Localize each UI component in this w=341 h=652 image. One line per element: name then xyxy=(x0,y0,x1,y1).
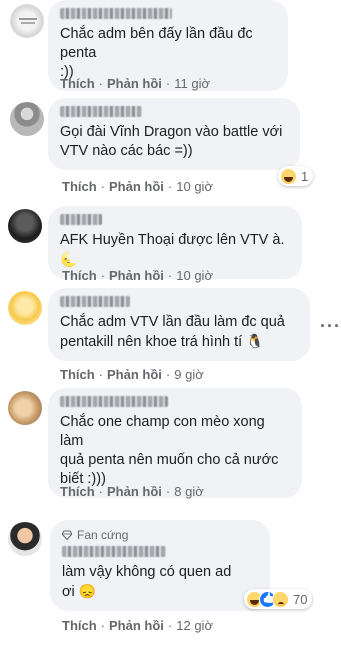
comment-time[interactable]: 10 giờ xyxy=(176,179,213,194)
comment-text: làm vậy không có quen ad ơi 😞 xyxy=(62,564,232,600)
reaction-summary[interactable]: 1 xyxy=(278,166,314,186)
like-action[interactable]: Thích xyxy=(62,618,97,633)
comment-bubble: Gọi đài Vĩnh Dragon vào battle với VTV n… xyxy=(48,98,300,170)
comment-bubble: Chắc one champ con mèo xong làm quả pent… xyxy=(48,388,302,498)
like-action[interactable]: Thích xyxy=(60,484,95,499)
comment-time[interactable]: 12 giờ xyxy=(176,618,213,633)
commenter-name-redacted[interactable] xyxy=(60,8,172,19)
commenter-name-redacted[interactable] xyxy=(60,396,168,407)
reply-action[interactable]: Phản hồi xyxy=(109,618,164,633)
reply-action[interactable]: Phản hồi xyxy=(107,484,162,499)
comment-bubble: Fan cứng làm vậy không có quen ad ơi 😞 xyxy=(50,520,270,611)
commenter-name-redacted[interactable] xyxy=(60,106,142,117)
comment-actions: Thích · Phản hồi · 8 giờ xyxy=(60,484,204,499)
comment-actions: Thích · Phản hồi · 12 giờ xyxy=(62,618,213,633)
comment-time[interactable]: 11 giờ xyxy=(174,76,210,91)
commenter-avatar[interactable] xyxy=(10,102,44,136)
commenter-avatar[interactable] xyxy=(8,522,42,556)
reaction-summary[interactable]: 70 xyxy=(244,589,313,609)
emoji-icon: 🌜 xyxy=(60,251,78,267)
like-action[interactable]: Thích xyxy=(60,76,95,91)
commenter-avatar[interactable] xyxy=(8,391,42,425)
top-fan-badge: Fan cứng xyxy=(62,528,258,542)
comment-bubble: Chắc adm VTV lần đầu làm đc quả pentakil… xyxy=(48,288,310,361)
comment-actions: Thích · Phản hồi · 11 giờ xyxy=(60,76,210,91)
reaction-count: 70 xyxy=(293,591,308,607)
commenter-name-redacted[interactable] xyxy=(60,214,102,225)
reply-action[interactable]: Phản hồi xyxy=(109,179,164,194)
comment-text: AFK Huyền Thoại được lên VTV à. 🌜 xyxy=(60,232,285,267)
comment-text: Gọi đài Vĩnh Dragon vào battle với VTV n… xyxy=(60,124,283,159)
reaction-count: 1 xyxy=(301,168,309,184)
like-action[interactable]: Thích xyxy=(62,179,97,194)
comment-time[interactable]: 9 giờ xyxy=(174,367,204,382)
commenter-name-redacted[interactable] xyxy=(62,546,166,557)
comment-time[interactable]: 8 giờ xyxy=(174,484,204,499)
commenter-avatar[interactable] xyxy=(8,209,42,243)
comment-text: Chắc one champ con mèo xong làm quả pent… xyxy=(60,414,279,487)
commenter-avatar[interactable] xyxy=(8,291,42,325)
comment-text: Chắc adm VTV lần đầu làm đc quả pentakil… xyxy=(60,314,285,350)
sad-emoji-icon: 😞 xyxy=(78,583,97,599)
commenter-name-redacted[interactable] xyxy=(60,296,130,307)
comment-time[interactable]: 10 giờ xyxy=(176,268,213,283)
like-action[interactable]: Thích xyxy=(60,367,95,382)
diamond-icon xyxy=(62,530,72,540)
more-options-icon[interactable]: ··· xyxy=(320,316,341,337)
reply-action[interactable]: Phản hồi xyxy=(107,76,162,91)
reply-action[interactable]: Phản hồi xyxy=(107,367,162,382)
sad-reaction-icon xyxy=(272,590,289,608)
haha-reaction-icon xyxy=(280,167,297,185)
penguin-emoji-icon: 🐧 xyxy=(246,333,264,349)
badge-label: Fan cứng xyxy=(77,528,129,542)
comment-text: Chắc adm bên đấy lần đầu đc penta :)) xyxy=(60,26,253,80)
like-action[interactable]: Thích xyxy=(62,268,97,283)
reply-action[interactable]: Phản hồi xyxy=(109,268,164,283)
comment-actions: Thích · Phản hồi · 10 giờ xyxy=(62,268,213,283)
commenter-avatar[interactable] xyxy=(10,4,44,38)
comment-actions: Thích · Phản hồi · 9 giờ xyxy=(60,367,204,382)
comment-actions: Thích · Phản hồi · 10 giờ xyxy=(62,179,213,194)
